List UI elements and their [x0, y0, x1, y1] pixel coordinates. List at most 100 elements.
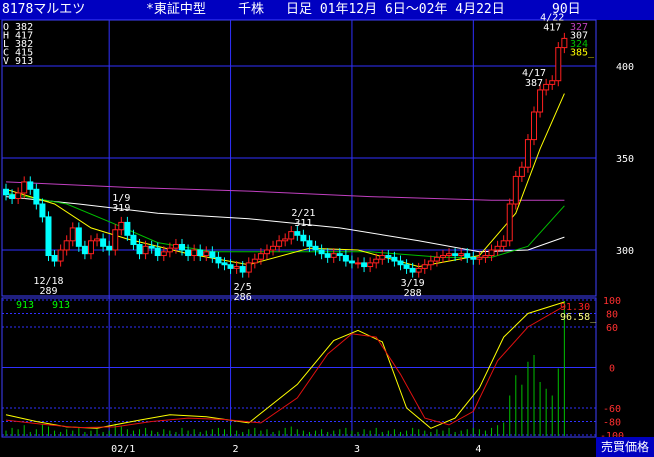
x-tick-label: 3 — [354, 444, 360, 455]
candle-body — [318, 249, 325, 255]
candle-body — [9, 194, 16, 199]
candle-body — [336, 253, 343, 257]
candle-body — [524, 139, 531, 168]
candle-body — [257, 253, 264, 260]
candle-body — [488, 249, 495, 257]
candle-body — [227, 264, 234, 269]
osc-tick-label: -80 — [603, 418, 621, 429]
candle-body — [75, 227, 82, 247]
candle-body — [458, 253, 465, 257]
osc-tick-label: 60 — [606, 323, 618, 334]
candle-body — [51, 255, 58, 262]
candle-body — [124, 221, 131, 236]
candle-body — [142, 245, 149, 255]
candle-body — [288, 231, 295, 240]
ohlcv-readout: V 913 — [3, 56, 33, 67]
candle-body — [63, 240, 70, 251]
candle-body — [312, 245, 319, 251]
candle-body — [561, 37, 568, 49]
osc-value-readout: 96.58_ — [560, 312, 597, 323]
candle-body — [172, 243, 179, 249]
annotation-price: 288 — [404, 288, 422, 299]
candle-body — [3, 188, 9, 196]
candle-body — [446, 253, 453, 257]
candle-body — [282, 238, 289, 242]
candle-body — [397, 260, 404, 266]
oscillator-line — [5, 301, 565, 429]
candle-body — [136, 243, 143, 255]
annotation-price: 289 — [39, 286, 57, 297]
candle-body — [160, 251, 167, 257]
chart-canvas: 30035040010080600-60-80-10002/123412/182… — [1, 13, 634, 455]
candle-body — [482, 255, 489, 258]
candle-body — [215, 256, 222, 264]
candle-body — [106, 245, 113, 251]
oscillator-line — [5, 305, 565, 429]
candle-body — [555, 47, 562, 82]
candle-body — [112, 229, 119, 251]
candle-body — [245, 262, 252, 273]
price-tick-label: 300 — [616, 246, 634, 257]
candle-body — [385, 255, 392, 258]
buy-sell-price-button[interactable]: 売買価格 — [596, 437, 654, 457]
ma-value-readout: 385_ — [570, 48, 595, 59]
price-tick-label: 350 — [616, 154, 634, 165]
candle-body — [39, 203, 46, 218]
candle-body — [324, 253, 331, 258]
candle-body — [118, 221, 125, 231]
candle-body — [348, 260, 355, 264]
candle-body — [27, 181, 34, 190]
candle-body — [294, 231, 301, 236]
candle-body — [512, 175, 519, 205]
candle-body — [476, 256, 483, 260]
x-tick-label: 2 — [233, 444, 239, 455]
candle-body — [209, 251, 216, 258]
candle-body — [342, 255, 349, 262]
candle-body — [427, 260, 434, 266]
candle-body — [494, 245, 501, 251]
x-tick-label: 02/1 — [111, 444, 135, 455]
annotation-price: 311 — [294, 218, 312, 229]
annotation-price: 286 — [234, 292, 252, 303]
candle-body — [361, 262, 368, 268]
candle-body — [391, 256, 398, 262]
candle-body — [185, 249, 192, 257]
candle-body — [57, 249, 64, 262]
candle-body — [452, 253, 459, 257]
candle-body — [203, 251, 210, 257]
candle-body — [179, 243, 186, 251]
osc-tick-label: 80 — [606, 310, 618, 321]
candle-body — [403, 264, 410, 269]
candle-body — [33, 188, 40, 205]
candle-body — [239, 266, 246, 273]
candle-body — [233, 266, 240, 269]
candle-body — [464, 253, 471, 258]
candle-body — [500, 240, 507, 247]
candle-body — [87, 240, 94, 255]
candle-body — [81, 245, 88, 255]
candle-body — [433, 256, 440, 262]
candle-body — [306, 240, 313, 247]
candle-body — [45, 216, 52, 257]
candle-body — [15, 192, 22, 199]
candle-body — [409, 267, 416, 273]
candle-body — [148, 245, 155, 249]
candle-body — [373, 258, 380, 264]
candle-body — [518, 166, 525, 177]
candle-body — [421, 264, 428, 269]
candle-body — [191, 249, 198, 257]
candle-body — [330, 253, 337, 258]
candle-body — [415, 267, 422, 273]
osc-tick-label: 0 — [609, 364, 615, 375]
candle-body — [549, 80, 556, 85]
annotation-price: 387 — [525, 78, 543, 89]
candle-body — [300, 234, 307, 242]
candle-body — [94, 238, 101, 242]
candle-body — [166, 247, 173, 253]
candle-body — [276, 240, 283, 247]
volume-readout: 913 — [16, 300, 34, 311]
candle-body — [531, 111, 538, 141]
annotation-price: 417 — [543, 23, 561, 34]
chart-window: 8178マルエツ *東証中型 千株 日足 01年12月 6日～02年 4月22日… — [0, 0, 654, 457]
annotation-price: 319 — [112, 203, 130, 214]
